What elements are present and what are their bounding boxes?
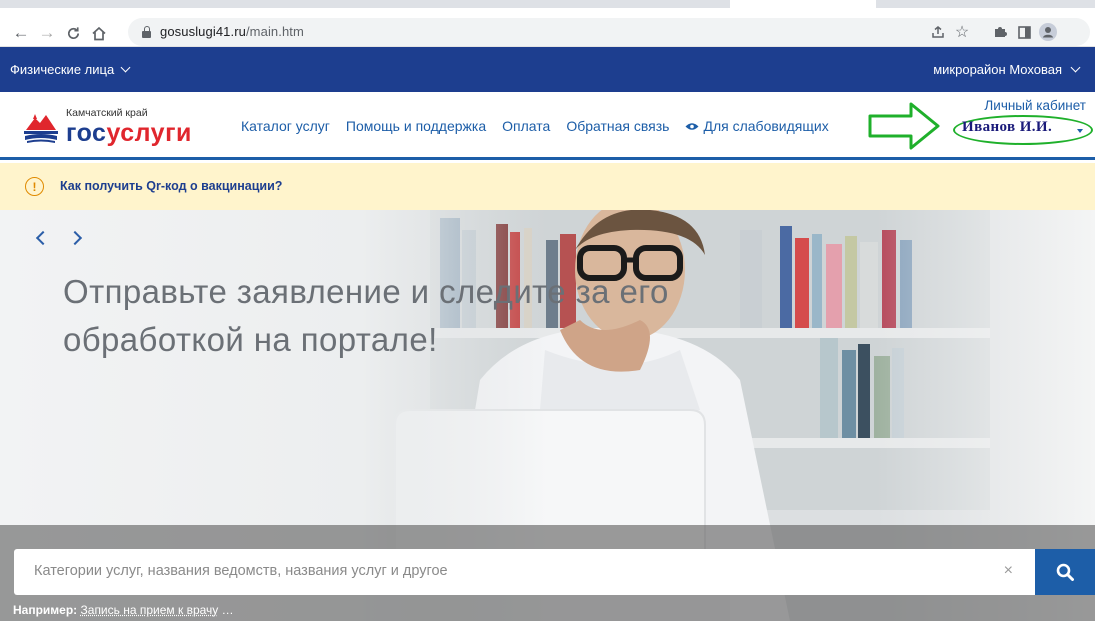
forward-icon[interactable]: →: [36, 22, 58, 44]
chevron-right-icon: [67, 230, 83, 246]
home-glyph-icon: [92, 26, 106, 40]
carousel-prev-button[interactable]: [28, 226, 52, 250]
personal-cabinet-label[interactable]: Личный кабинет: [984, 98, 1086, 113]
chevron-left-icon: [35, 230, 51, 246]
audience-selector[interactable]: Физические лица: [10, 62, 131, 77]
search-icon: [1056, 563, 1074, 581]
chevron-down-icon: [120, 62, 131, 73]
address-bar[interactable]: gosuslugi41.ru/main.htm ☆: [128, 18, 1090, 46]
carousel-next-button[interactable]: [66, 226, 90, 250]
tab-strip: [0, 0, 730, 8]
gosuslugi-logo[interactable]: Камчатский край госуслуги: [22, 106, 212, 150]
tab-strip-right: [876, 0, 1095, 8]
nav-payment[interactable]: Оплата: [502, 118, 550, 134]
home-icon[interactable]: [88, 22, 110, 44]
nav-catalog[interactable]: Каталог услуг: [241, 118, 330, 134]
nav-accessibility-label: Для слабовидящих: [703, 118, 829, 134]
puzzle-glyph-icon: [995, 27, 1007, 37]
back-icon[interactable]: ←: [10, 22, 32, 44]
search-example: Например: Запись на прием к врачу …: [13, 603, 234, 617]
bookmark-star-icon[interactable]: ☆: [952, 22, 972, 42]
search-band: Категории услуг, названия ведомств, назв…: [0, 525, 1095, 621]
nav-accessibility[interactable]: Для слабовидящих: [685, 118, 829, 134]
nav-help[interactable]: Помощь и поддержка: [346, 118, 486, 134]
reload-icon[interactable]: [62, 22, 84, 44]
lock-icon: [142, 26, 151, 38]
share-glyph-icon: [932, 26, 944, 38]
hero-headline: Отправьте заявление и следите за его обр…: [63, 273, 669, 358]
url-path: /main.htm: [245, 24, 304, 39]
example-more[interactable]: …: [222, 603, 234, 617]
browser-toolbar: ← → gosuslugi41.ru/main.htm ☆: [0, 0, 1095, 47]
logo-wordmark-part1: гос: [66, 119, 107, 147]
audience-label: Физические лица: [10, 62, 115, 77]
share-icon[interactable]: [928, 22, 948, 42]
user-menu-button[interactable]: Иванов И.И.: [962, 119, 1052, 136]
sidepanel-glyph-icon: [1017, 25, 1031, 39]
extensions-icon[interactable]: [990, 22, 1010, 42]
example-label: Например:: [13, 603, 78, 617]
chevron-down-icon: [1070, 62, 1081, 73]
notice-bar: ! Как получить Qr-код о вакцинации?: [0, 163, 1095, 210]
page: ← → gosuslugi41.ru/main.htm ☆ Физические…: [0, 0, 1095, 621]
search-input[interactable]: Категории услуг, названия ведомств, назв…: [14, 549, 1035, 595]
search-button[interactable]: [1035, 549, 1095, 595]
search-placeholder: Категории услуг, названия ведомств, назв…: [34, 563, 448, 579]
location-selector[interactable]: микрорайон Моховая: [933, 62, 1081, 77]
caret-down-icon[interactable]: [1077, 129, 1083, 133]
hero-banner: Отправьте заявление и следите за его обр…: [0, 210, 1095, 621]
example-link[interactable]: Запись на прием к врачу: [81, 603, 219, 617]
url-text: gosuslugi41.ru/main.htm: [160, 24, 304, 39]
eye-icon: [685, 122, 699, 130]
reload-glyph-icon: [67, 26, 79, 39]
nav-feedback[interactable]: Обратная связь: [566, 118, 669, 134]
person-glyph-icon: [1039, 23, 1057, 41]
clear-icon[interactable]: ×: [1004, 562, 1013, 580]
sidepanel-icon[interactable]: [1014, 22, 1034, 42]
warning-icon: !: [25, 177, 44, 196]
main-nav: Каталог услуг Помощь и поддержка Оплата …: [241, 118, 829, 134]
profile-avatar-icon[interactable]: [1038, 22, 1058, 42]
annotation-arrow-icon: [868, 102, 940, 150]
location-label: микрорайон Моховая: [933, 62, 1062, 77]
qr-code-link[interactable]: Как получить Qr-код о вакцинации?: [60, 179, 282, 193]
kamchatka-emblem-icon: [24, 114, 58, 143]
logo-wordmark-part2: услуги: [106, 119, 192, 147]
logo-wordmark: госуслуги: [66, 118, 192, 148]
top-bar: Физические лица микрорайон Моховая: [0, 47, 1095, 92]
url-domain: gosuslugi41.ru: [160, 24, 246, 39]
